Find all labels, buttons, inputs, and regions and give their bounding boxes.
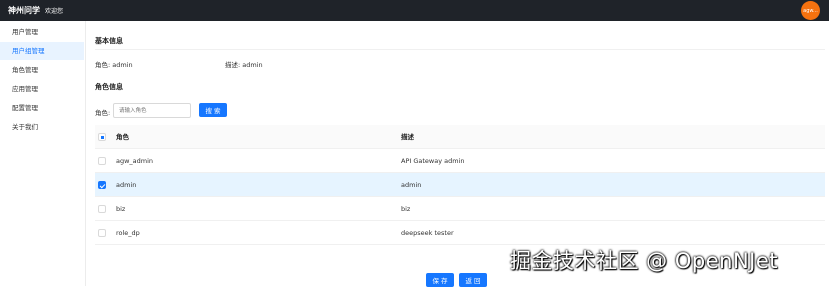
table-row[interactable]: biz biz <box>95 197 825 221</box>
row-description: biz <box>401 205 411 213</box>
row-role: role_dp <box>116 229 140 237</box>
row-checkbox[interactable] <box>98 205 106 213</box>
role-search-input[interactable] <box>113 103 191 118</box>
watermark-text: 掘金技术社区 @ OpenNJet <box>510 249 778 273</box>
select-all-checkbox[interactable] <box>98 133 106 141</box>
sidebar-item-user-group-management[interactable]: 用户组管理 <box>0 42 84 60</box>
sidebar: 用户管理 用户组管理 角色管理 应用管理 配置管理 关于我们 <box>0 21 86 286</box>
save-button[interactable]: 保 存 <box>426 273 454 287</box>
basic-desc-value: 描述: admin <box>225 61 263 69</box>
table-row[interactable]: role_dp deepseek tester <box>95 221 825 245</box>
header-description: 描述 <box>401 133 414 141</box>
sidebar-item-role-management[interactable]: 角色管理 <box>0 61 84 79</box>
role-info-title: 角色信息 <box>95 83 123 91</box>
table-row[interactable]: agw_admin API Gateway admin <box>95 149 825 173</box>
app-brand: 神州问学 <box>8 6 40 15</box>
top-bar: 神州问学 欢迎您 agw... <box>0 0 829 21</box>
sidebar-item-config-management[interactable]: 配置管理 <box>0 99 84 117</box>
welcome-text: 欢迎您 <box>45 8 64 15</box>
row-description: admin <box>401 181 422 189</box>
row-role: agw_admin <box>116 157 154 165</box>
row-role: biz <box>116 205 126 213</box>
sidebar-item-app-management[interactable]: 应用管理 <box>0 80 84 98</box>
row-description: deepseek tester <box>401 229 454 237</box>
row-description: API Gateway admin <box>401 157 465 165</box>
sidebar-item-user-management[interactable]: 用户管理 <box>0 23 84 41</box>
user-avatar[interactable]: agw... <box>801 1 820 20</box>
header-role: 角色 <box>116 133 129 141</box>
table-header-row: 角色 描述 <box>95 125 825 149</box>
row-checkbox[interactable] <box>98 229 106 237</box>
divider <box>95 49 825 50</box>
basic-info-title: 基本信息 <box>95 37 123 45</box>
role-filter-label: 角色: <box>95 109 111 117</box>
back-button[interactable]: 返 回 <box>459 273 487 287</box>
sidebar-item-about-us[interactable]: 关于我们 <box>0 118 84 136</box>
basic-role-value: 角色: admin <box>95 61 133 69</box>
row-checkbox[interactable] <box>98 181 106 189</box>
row-role: admin <box>116 181 137 189</box>
row-checkbox[interactable] <box>98 157 106 165</box>
search-button[interactable]: 搜 索 <box>199 103 227 117</box>
table-row[interactable]: admin admin <box>95 173 825 197</box>
